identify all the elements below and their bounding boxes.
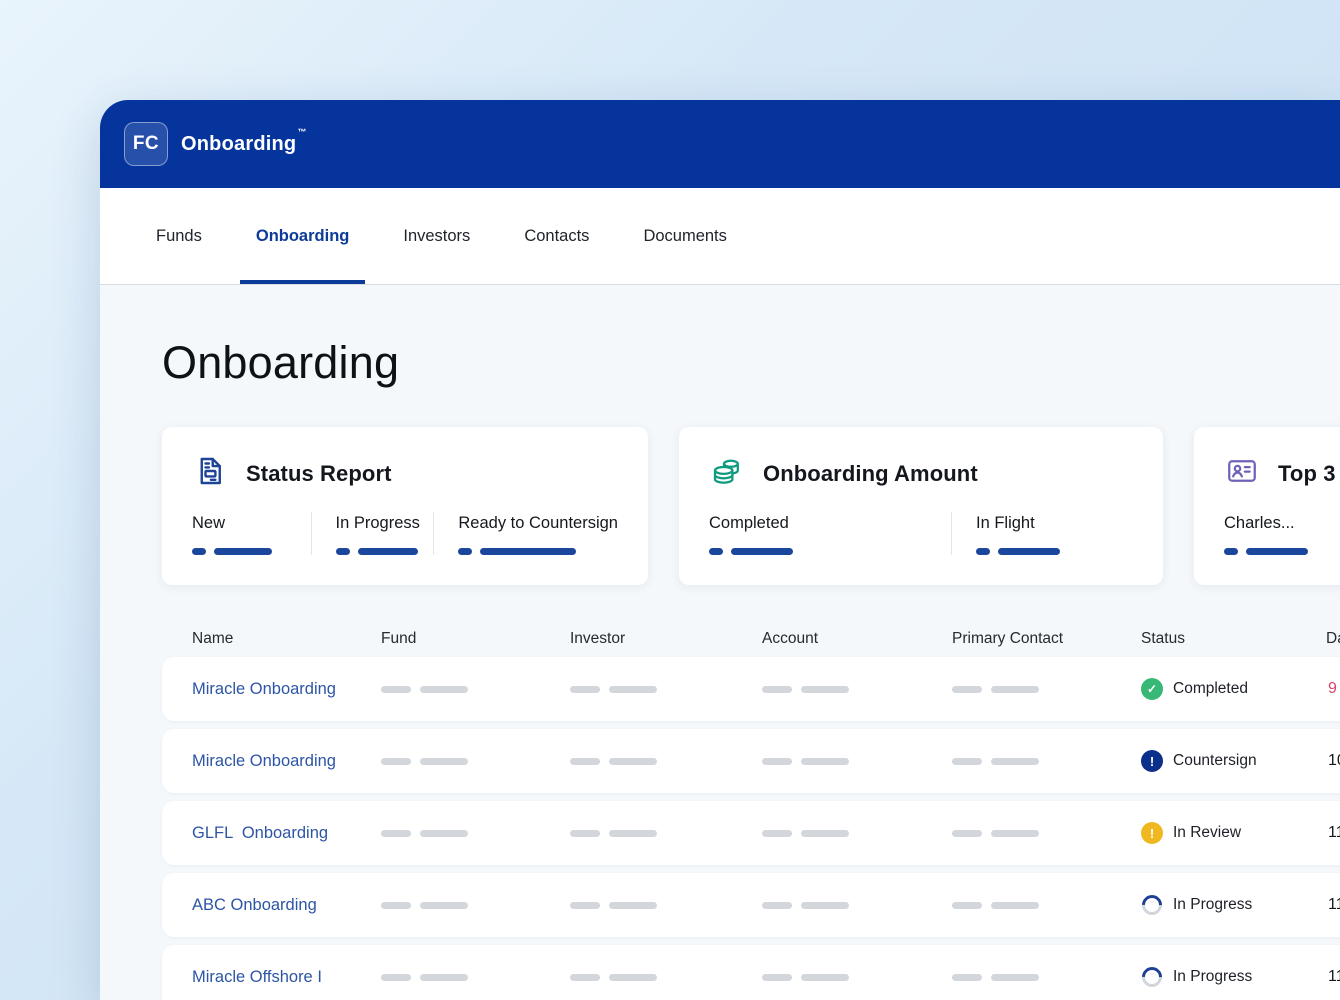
account-skeleton: [762, 830, 952, 837]
top-3-card: Top 3 Charles...: [1194, 427, 1340, 585]
redacted-value-bars: [192, 548, 311, 555]
investor-skeleton: [570, 830, 762, 837]
column-investor: Investor: [570, 630, 762, 648]
app-window: FC Onboarding™ Funds Onboarding Investor…: [100, 100, 1340, 1000]
days-value: 11: [1326, 824, 1340, 842]
investor-skeleton: [570, 686, 762, 693]
brand-title: Onboarding™: [181, 133, 307, 156]
days-value: 11: [1326, 896, 1340, 914]
account-skeleton: [762, 974, 952, 981]
account-skeleton: [762, 686, 952, 693]
investor-skeleton: [570, 902, 762, 909]
page-title: Onboarding: [162, 337, 1340, 389]
fund-skeleton: [381, 758, 570, 765]
stat-completed: Completed: [709, 512, 951, 555]
column-status: Status: [1141, 630, 1326, 648]
onboarding-name-link[interactable]: Miracle Onboarding: [192, 680, 336, 698]
account-skeleton: [762, 758, 952, 765]
fund-skeleton: [381, 974, 570, 981]
coin-stack-icon: [709, 453, 745, 494]
main-nav: Funds Onboarding Investors Contacts Docu…: [100, 188, 1340, 285]
onboarding-table: Miracle Onboarding Completed 9 Miracle O…: [162, 657, 1340, 1000]
card-title: Top 3: [1278, 461, 1336, 487]
countersign-alert-icon: [1141, 750, 1163, 772]
contact-card-icon: [1224, 453, 1260, 494]
fc-logo[interactable]: FC: [124, 122, 168, 166]
in-review-warning-icon: [1141, 822, 1163, 844]
onboarding-name-link[interactable]: ABC Onboarding: [192, 896, 317, 914]
column-name: Name: [192, 630, 381, 648]
tab-contacts[interactable]: Contacts: [524, 188, 589, 284]
tab-investors[interactable]: Investors: [403, 188, 470, 284]
stat-ready-to-countersign: Ready to Countersign: [433, 512, 618, 555]
status-cell: In Progress: [1141, 894, 1326, 916]
onboarding-name-link[interactable]: GLFL Onboarding: [192, 824, 328, 842]
status-cell: In Review: [1141, 822, 1326, 844]
table-row[interactable]: Miracle Offshore I In Progress 11: [162, 945, 1340, 1000]
stat-new: New: [192, 512, 311, 555]
table-row[interactable]: GLFL Onboarding In Review 11: [162, 801, 1340, 865]
tab-funds[interactable]: Funds: [156, 188, 202, 284]
primary-contact-skeleton: [952, 902, 1141, 909]
stat-charles: Charles...: [1224, 512, 1340, 555]
days-value: 10: [1326, 752, 1340, 770]
completed-check-icon: [1141, 678, 1163, 700]
top-bar: FC Onboarding™: [100, 100, 1340, 188]
stat-in-flight: In Flight: [951, 512, 1133, 555]
table-row[interactable]: Miracle Onboarding Countersign 10: [162, 729, 1340, 793]
onboarding-amount-card: Onboarding Amount Completed In Flight: [679, 427, 1163, 585]
column-primary-contact: Primary Contact: [952, 630, 1141, 648]
column-days: Days: [1326, 630, 1340, 648]
fund-skeleton: [381, 830, 570, 837]
table-header: Name Fund Investor Account Primary Conta…: [162, 623, 1340, 655]
card-title: Status Report: [246, 461, 392, 487]
onboarding-name-link[interactable]: Miracle Onboarding: [192, 752, 336, 770]
fund-skeleton: [381, 686, 570, 693]
redacted-value-bars: [976, 548, 1133, 555]
investor-skeleton: [570, 974, 762, 981]
fund-skeleton: [381, 902, 570, 909]
trademark-symbol: ™: [297, 127, 306, 137]
fc-logo-text: FC: [133, 133, 159, 155]
table-row[interactable]: ABC Onboarding In Progress 11: [162, 873, 1340, 937]
status-cell: Countersign: [1141, 750, 1326, 772]
days-value: 11: [1326, 968, 1340, 986]
investor-skeleton: [570, 758, 762, 765]
redacted-value-bars: [336, 548, 434, 555]
tab-documents[interactable]: Documents: [643, 188, 726, 284]
report-document-icon: [192, 453, 228, 494]
onboarding-name-link[interactable]: Miracle Offshore I: [192, 968, 322, 986]
primary-contact-skeleton: [952, 758, 1141, 765]
status-cell: Completed: [1141, 678, 1326, 700]
card-title: Onboarding Amount: [763, 461, 978, 487]
status-report-card: Status Report New In Progress Ready to C…: [162, 427, 648, 585]
table-row[interactable]: Miracle Onboarding Completed 9: [162, 657, 1340, 721]
status-cell: In Progress: [1141, 966, 1326, 988]
account-skeleton: [762, 902, 952, 909]
redacted-value-bars: [709, 548, 951, 555]
days-value: 9: [1326, 680, 1340, 698]
in-progress-spinner-icon: [1138, 891, 1166, 919]
tab-onboarding[interactable]: Onboarding: [256, 188, 350, 284]
primary-contact-skeleton: [952, 830, 1141, 837]
primary-contact-skeleton: [952, 974, 1141, 981]
column-fund: Fund: [381, 630, 570, 648]
stat-in-progress: In Progress: [311, 512, 434, 555]
page-content: Onboarding Status Report: [100, 337, 1340, 1000]
in-progress-spinner-icon: [1138, 963, 1166, 991]
column-account: Account: [762, 630, 952, 648]
redacted-value-bars: [1224, 548, 1340, 555]
redacted-value-bars: [458, 548, 618, 555]
summary-cards: Status Report New In Progress Ready to C…: [162, 427, 1340, 585]
primary-contact-skeleton: [952, 686, 1141, 693]
